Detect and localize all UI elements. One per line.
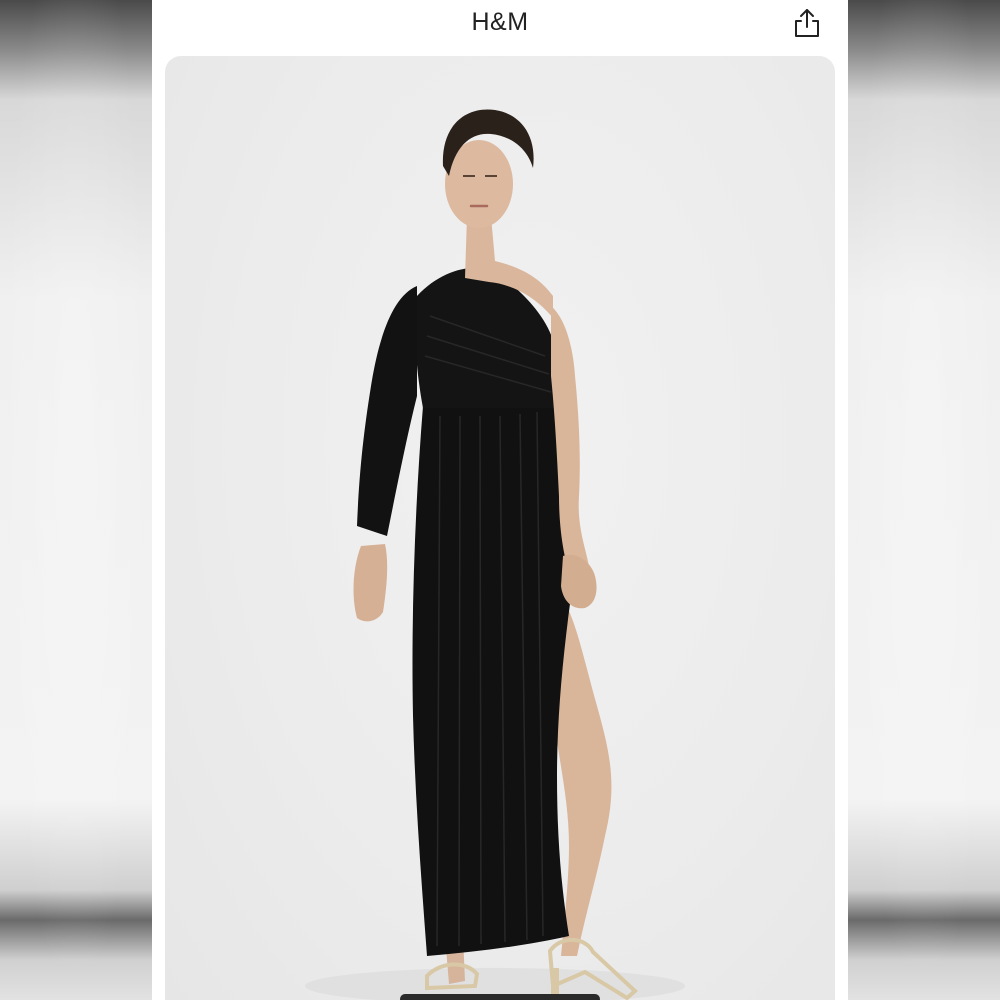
share-button[interactable]	[790, 6, 824, 40]
product-photo[interactable]	[165, 56, 835, 1000]
home-indicator[interactable]	[400, 994, 600, 1000]
brand-title: H&M	[471, 8, 529, 36]
app-screen: H&M	[152, 0, 848, 1000]
share-icon	[795, 9, 819, 37]
top-bar: H&M	[152, 0, 848, 56]
blurred-backdrop-right	[848, 0, 1000, 1000]
blurred-backdrop-left	[0, 0, 152, 1000]
model-illustration	[305, 109, 685, 1000]
